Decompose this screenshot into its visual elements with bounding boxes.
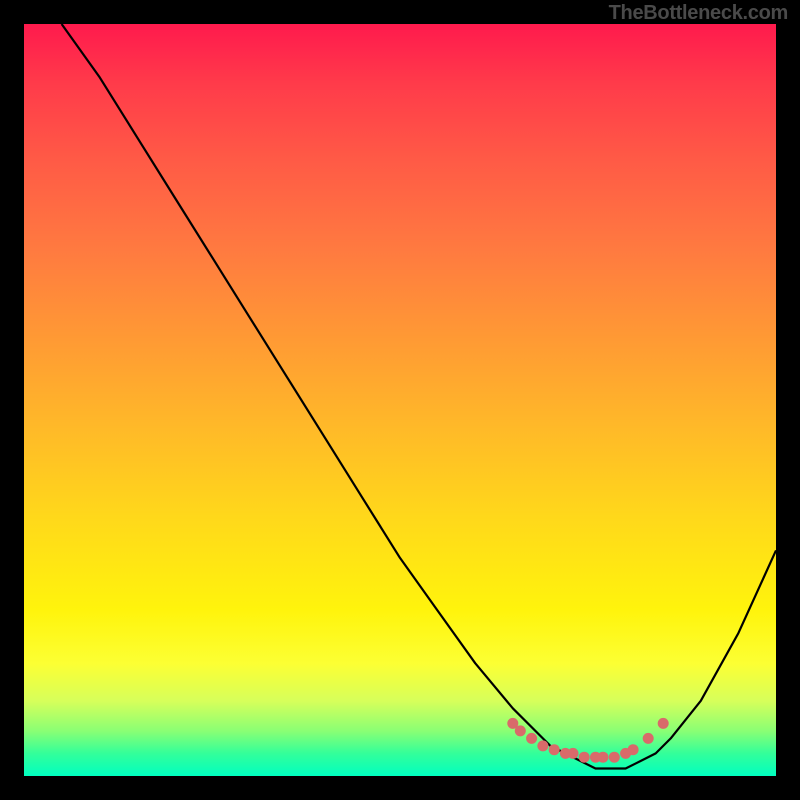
marker-dot xyxy=(549,744,560,755)
marker-dot xyxy=(643,733,654,744)
marker-dot xyxy=(515,725,526,736)
marker-dot xyxy=(598,752,609,763)
curve-path-group xyxy=(62,24,776,769)
watermark-text: TheBottleneck.com xyxy=(609,2,788,25)
marker-dot xyxy=(579,752,590,763)
marker-dot xyxy=(628,744,639,755)
marker-dot xyxy=(537,740,548,751)
plot-area xyxy=(24,24,776,776)
bottleneck-curve-svg xyxy=(24,24,776,776)
chart-container: TheBottleneck.com xyxy=(0,0,800,800)
bottleneck-curve-path xyxy=(62,24,776,769)
marker-dots-group xyxy=(507,718,668,763)
marker-dot xyxy=(526,733,537,744)
marker-dot xyxy=(609,752,620,763)
marker-dot xyxy=(658,718,669,729)
marker-dot xyxy=(568,748,579,759)
